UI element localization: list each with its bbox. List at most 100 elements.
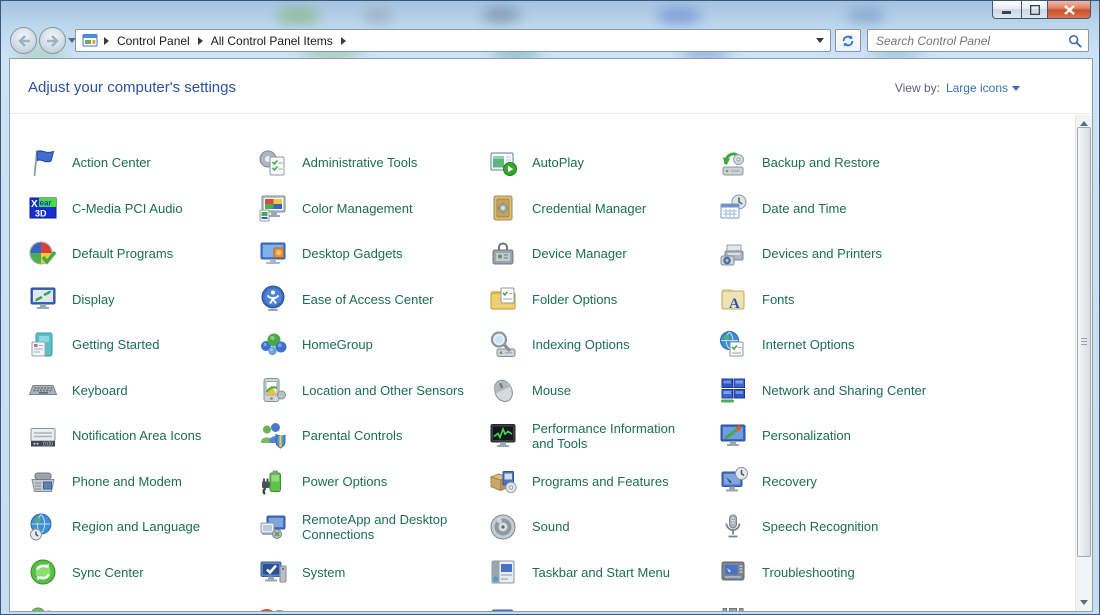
control-panel-item[interactable]: System — [257, 550, 487, 596]
back-button[interactable] — [10, 27, 37, 54]
item-label: Ease of Access Center — [302, 292, 434, 307]
default-programs-icon — [27, 238, 59, 270]
control-panel-item[interactable]: Keyboard — [27, 368, 257, 414]
address-dropdown-icon[interactable] — [816, 38, 824, 43]
sound-icon — [487, 511, 519, 543]
control-panel-item[interactable]: Devices and Printers — [717, 231, 947, 277]
display-icon — [27, 283, 59, 315]
control-panel-item[interactable]: Sync Center — [27, 550, 257, 596]
control-panel-item[interactable]: Getting Started — [27, 322, 257, 368]
control-panel-item[interactable]: AFonts — [717, 277, 947, 323]
windows-cardspace-icon — [487, 602, 519, 611]
view-by-dropdown[interactable]: Large icons — [946, 81, 1020, 95]
item-label: Internet Options — [762, 337, 855, 352]
control-panel-item[interactable]: Phone and Modem — [27, 459, 257, 505]
control-panel-item[interactable]: 0:00Notification Area Icons — [27, 413, 257, 459]
item-label: Backup and Restore — [762, 155, 880, 170]
control-panel-item[interactable]: Action Center — [27, 140, 257, 186]
windows-anytime-upgrade-icon — [257, 602, 289, 611]
content-header: Adjust your computer's settings View by:… — [10, 59, 1092, 114]
control-panel-item[interactable] — [487, 595, 717, 611]
control-panel-item[interactable]: Performance Information and Tools — [487, 413, 717, 459]
view-by-control: View by: Large icons — [895, 81, 1020, 95]
item-label: Getting Started — [72, 337, 159, 352]
control-panel-item[interactable]: Mouse — [487, 368, 717, 414]
item-label: Indexing Options — [532, 337, 630, 352]
control-panel-item[interactable]: Power Options — [257, 459, 487, 505]
control-panel-item[interactable]: Programs and Features — [487, 459, 717, 505]
control-panel-item[interactable]: Date and Time — [717, 186, 947, 232]
control-panel-item[interactable]: Taskbar and Start Menu — [487, 550, 717, 596]
control-panel-item[interactable]: Internet Options — [717, 322, 947, 368]
control-panel-item[interactable]: Troubleshooting — [717, 550, 947, 596]
control-panel-item[interactable]: Region and Language — [27, 504, 257, 550]
desktop-gadgets-icon — [257, 238, 289, 270]
forward-button[interactable] — [39, 27, 66, 54]
address-bar[interactable]: Control Panel All Control Panel Items — [75, 29, 831, 52]
control-panel-item[interactable]: Speech Recognition — [717, 504, 947, 550]
scroll-down-button[interactable] — [1076, 594, 1092, 611]
item-label: Location and Other Sensors — [302, 383, 464, 398]
item-label: Keyboard — [72, 383, 128, 398]
control-panel-item[interactable]: Xear3DC-Media PCI Audio — [27, 186, 257, 232]
control-panel-item[interactable] — [27, 595, 257, 611]
maximize-button[interactable] — [1021, 1, 1048, 19]
control-panel-item[interactable]: HomeGroup — [257, 322, 487, 368]
minimize-icon — [1002, 5, 1012, 14]
personalization-icon — [717, 420, 749, 452]
date-and-time-icon — [717, 192, 749, 224]
control-panel-item[interactable]: Device Manager — [487, 231, 717, 277]
control-panel-item[interactable]: Administrative Tools — [257, 140, 487, 186]
search-box — [867, 29, 1089, 52]
item-label: Network and Sharing Center — [762, 383, 926, 398]
search-input[interactable] — [874, 33, 1068, 49]
scroll-down-icon — [1080, 600, 1088, 605]
item-label: Devices and Printers — [762, 246, 882, 261]
autoplay-icon — [487, 147, 519, 179]
sync-center-icon — [27, 556, 59, 588]
control-panel-icon — [82, 33, 98, 48]
svg-text:0:00: 0:00 — [43, 441, 53, 447]
control-panel-item[interactable]: Folder Options — [487, 277, 717, 323]
item-label: Region and Language — [72, 519, 200, 534]
vertical-scrollbar[interactable] — [1075, 115, 1092, 611]
scrollbar-grip — [1081, 338, 1087, 346]
scroll-up-icon — [1080, 121, 1088, 126]
control-panel-item[interactable]: Credential Manager — [487, 186, 717, 232]
minimize-button[interactable] — [992, 1, 1021, 19]
close-button[interactable] — [1048, 1, 1091, 19]
control-panel-item[interactable]: Default Programs — [27, 231, 257, 277]
control-panel-item[interactable]: Color Management — [257, 186, 487, 232]
control-panel-item[interactable]: Ease of Access Center — [257, 277, 487, 323]
control-panel-item[interactable]: Personalization — [717, 413, 947, 459]
system-icon — [257, 556, 289, 588]
scrollbar-thumb[interactable] — [1077, 127, 1091, 557]
maximize-icon — [1030, 5, 1040, 15]
control-panel-item[interactable] — [717, 595, 947, 611]
control-panel-item[interactable]: RemoteApp and Desktop Connections — [257, 504, 487, 550]
control-panel-item[interactable]: Sound — [487, 504, 717, 550]
breadcrumb-arrow[interactable] — [341, 37, 346, 45]
breadcrumb-arrow[interactable] — [198, 37, 203, 45]
control-panel-item[interactable]: Network and Sharing Center — [717, 368, 947, 414]
glass-blur-blob — [276, 7, 320, 25]
breadcrumb-all-items[interactable]: All Control Panel Items — [209, 33, 335, 49]
item-label: Parental Controls — [302, 428, 402, 443]
glass-blur-blob — [363, 9, 393, 23]
control-panel-item[interactable]: Indexing Options — [487, 322, 717, 368]
item-label: Date and Time — [762, 201, 847, 216]
breadcrumb-control-panel[interactable]: Control Panel — [115, 33, 192, 49]
control-panel-item[interactable]: Recovery — [717, 459, 947, 505]
control-panel-item[interactable]: Windows Anytime Upgrade — [257, 595, 487, 611]
refresh-button[interactable] — [835, 29, 861, 52]
control-panel-item[interactable]: Backup and Restore — [717, 140, 947, 186]
control-panel-item[interactable]: Location and Other Sensors — [257, 368, 487, 414]
navigation-bar: Control Panel All Control Panel Items — [1, 26, 1099, 55]
control-panel-item[interactable]: Display — [27, 277, 257, 323]
control-panel-item[interactable]: Desktop Gadgets — [257, 231, 487, 277]
credential-manager-icon — [487, 192, 519, 224]
control-panel-item[interactable]: Parental Controls — [257, 413, 487, 459]
breadcrumb-arrow[interactable] — [104, 37, 109, 45]
control-panel-item[interactable]: AutoPlay — [487, 140, 717, 186]
item-label: Device Manager — [532, 246, 627, 261]
